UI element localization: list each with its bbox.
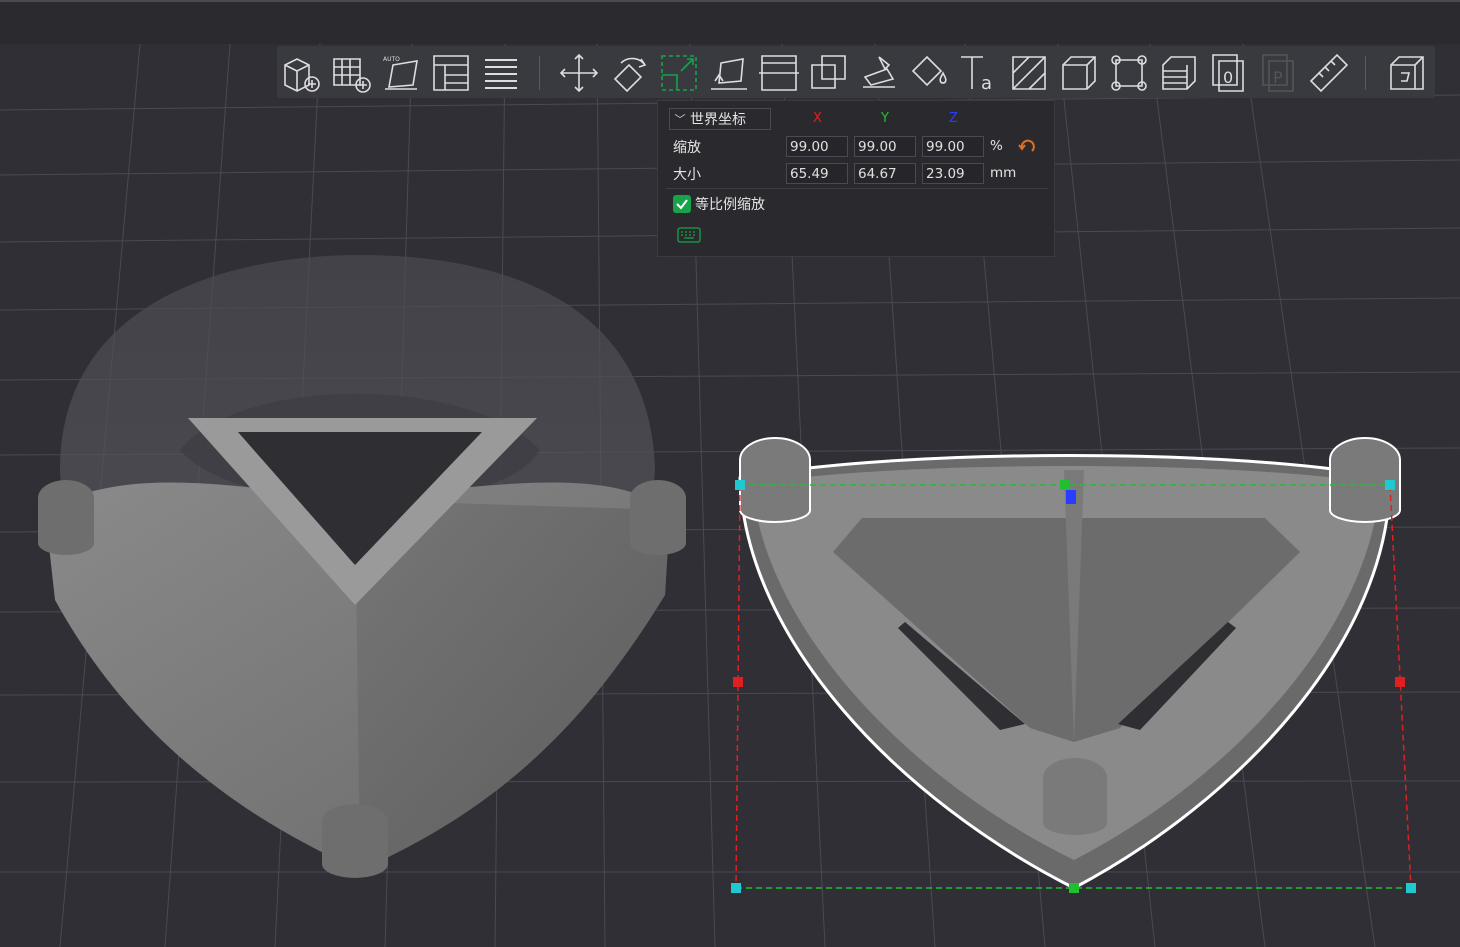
boolean-button[interactable] [807,51,851,95]
rotate-button[interactable] [607,51,651,95]
uniform-scale-checkbox[interactable] [673,195,691,213]
support-paint-button[interactable] [857,51,901,95]
axis-label-x: X [813,111,822,126]
scale-button[interactable] [657,51,701,95]
add-model-icon [284,58,320,92]
scale-x-input[interactable] [786,136,848,157]
toolbar-separator [1365,56,1366,90]
cut-button[interactable] [757,51,801,95]
assembly-button[interactable] [1385,51,1429,95]
scale-row-label: 缩放 [673,140,701,156]
uniform-scale-label: 等比例缩放 [695,197,765,213]
svg-text:AUTO: AUTO [383,56,400,63]
keyboard-icon [677,227,701,243]
size-y-input[interactable] [854,163,916,184]
seam-icon [1012,56,1046,90]
coordinate-system-value: 世界坐标 [690,112,746,128]
rotate-icon [613,57,647,93]
toolbar-separator [539,56,540,90]
support-paint-icon [863,56,895,88]
scale-unit: % [990,138,1003,154]
keyboard-shortcuts-button[interactable] [677,227,701,247]
variable-layer-icon [1162,56,1196,90]
move-button[interactable] [557,51,601,95]
brim-ear-icon [1111,55,1147,91]
reset-icon [1018,139,1035,152]
layout-icon [433,55,469,91]
lay-on-face-icon [711,58,747,90]
auto-arrange-button[interactable]: AUTO [379,51,423,95]
add-plate-icon [333,58,371,93]
reset-scale-button[interactable] [1018,136,1038,160]
plate-icon: P [1262,54,1294,92]
scale-icon [661,55,697,91]
list-icon [485,59,517,89]
copies-icon: 0 [1212,54,1244,92]
color-paint-icon [911,55,947,87]
axis-label-z: Z [949,111,958,126]
svg-text:P: P [1273,68,1283,87]
svg-text:0: 0 [1223,68,1233,87]
scale-panel: ﹀ 世界坐标 X Y Z 缩放 % 大小 mm 等比例缩放 [657,100,1055,257]
text-button[interactable]: a [957,51,1001,95]
layout-button[interactable] [429,51,473,95]
size-z-input[interactable] [922,163,984,184]
plate-button[interactable]: P [1257,51,1301,95]
boolean-icon [811,55,846,89]
coordinate-system-dropdown[interactable]: ﹀ 世界坐标 [669,108,771,130]
add-model-button[interactable] [279,51,323,95]
scale-z-input[interactable] [922,136,984,157]
move-icon [559,53,599,93]
text-icon: a [961,56,992,94]
variable-layer-button[interactable] [1157,51,1201,95]
color-paint-button[interactable] [907,51,951,95]
cut-icon [759,55,799,91]
list-button[interactable] [479,51,523,95]
size-x-input[interactable] [786,163,848,184]
main-toolbar: AUTO a 0 P [277,46,1435,98]
scale-y-input[interactable] [854,136,916,157]
chevron-down-icon: ﹀ [674,113,686,126]
measure-button[interactable] [1307,51,1351,95]
add-plate-button[interactable] [329,51,373,95]
auto-arrange-icon: AUTO [383,56,418,90]
size-unit: mm [990,165,1017,181]
fuzzy-skin-icon [1062,56,1096,90]
brim-ear-button[interactable] [1107,51,1151,95]
panel-divider [666,188,1048,189]
copies-button[interactable]: 0 [1207,51,1251,95]
ruler-icon [1309,53,1349,93]
seam-button[interactable] [1007,51,1051,95]
assembly-icon [1390,56,1424,90]
size-row-label: 大小 [673,167,701,183]
lay-on-face-button[interactable] [707,51,751,95]
checkmark-icon [676,199,688,210]
svg-text:a: a [981,73,992,94]
fuzzy-skin-button[interactable] [1057,51,1101,95]
axis-label-y: Y [881,111,889,126]
